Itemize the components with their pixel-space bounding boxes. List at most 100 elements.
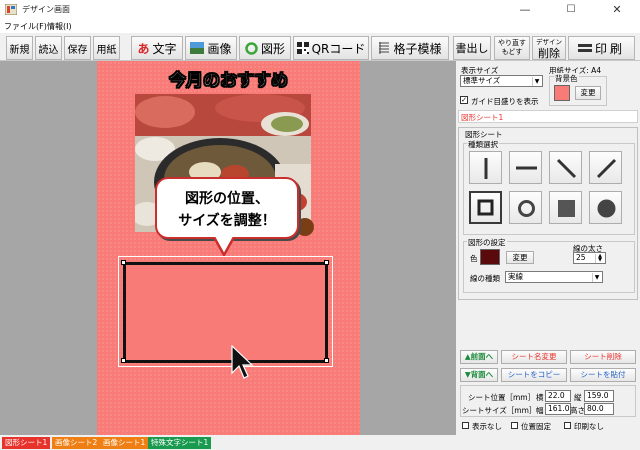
image-button[interactable]: 画像 xyxy=(185,36,237,60)
dropdown-arrow-icon: ▼ xyxy=(592,273,601,282)
filled-square-button[interactable] xyxy=(549,191,582,224)
text-a-icon: あ xyxy=(137,41,150,56)
shape-color-change-button[interactable]: 変更 xyxy=(506,251,534,264)
mouse-cursor-icon xyxy=(231,345,254,379)
text-button[interactable]: あ 文字 xyxy=(131,36,183,60)
menu-bar: ファイル(F) 情報(I) xyxy=(0,19,640,33)
sheet-tab-image-2[interactable]: 画像シート2 xyxy=(52,437,101,449)
resize-handle-top-left[interactable] xyxy=(121,260,126,265)
toolbar: 新規 読込 保存 用紙 あ 文字 画像 図形 QRコード 格子模様 書出し やり… xyxy=(0,33,640,61)
send-back-button[interactable]: ▼背面へ xyxy=(460,368,498,382)
hide-checkbox-label: 表示なし xyxy=(472,422,502,431)
sheet-tab-special-text-1[interactable]: 特殊文字シート1 xyxy=(148,437,212,449)
shape-button-label: 図形 xyxy=(260,41,285,56)
sheet-title[interactable]: 今月のおすすめ xyxy=(97,66,360,92)
guide-checkbox-label: ガイド目盛りを表示 xyxy=(471,97,539,106)
redo-undo-button[interactable]: やり直す もどす xyxy=(494,36,530,60)
diagonal-up-line-button[interactable] xyxy=(589,151,622,184)
bubble-line-1: 図形の位置、 xyxy=(185,191,269,207)
qr-icon xyxy=(296,42,309,54)
resize-handle-bottom-right[interactable] xyxy=(324,358,329,363)
diagonal-down-line-icon xyxy=(556,158,577,179)
shape-color-swatch[interactable] xyxy=(480,249,500,265)
diagonal-up-line-icon xyxy=(596,158,617,179)
no-print-checkbox[interactable] xyxy=(564,422,571,429)
filled-circle-icon xyxy=(597,199,616,218)
line-width-spinner[interactable]: 25 ▲ ▼ xyxy=(573,252,606,264)
delete-sheet-button[interactable]: シート削除 xyxy=(570,350,636,364)
display-size-value: 標準サイズ xyxy=(463,76,501,85)
bubble-tail xyxy=(214,237,236,257)
diagonal-down-line-button[interactable] xyxy=(549,151,582,184)
sheet-position-label: シート位置［mm］ xyxy=(468,393,536,402)
vertical-line-button[interactable] xyxy=(469,151,502,184)
height-label: 高さ xyxy=(570,406,585,415)
filled-circle-button[interactable] xyxy=(589,191,622,224)
line-type-value: 実線 xyxy=(508,272,523,281)
background-color-swatch[interactable] xyxy=(554,85,570,101)
hide-checkbox[interactable] xyxy=(462,422,469,429)
paper-button[interactable]: 用紙 xyxy=(93,36,120,60)
print-button[interactable]: 印刷 xyxy=(568,36,635,60)
no-print-checkbox-label: 印刷なし xyxy=(574,422,604,431)
type-select-label: 種類選択 xyxy=(467,139,499,150)
horizontal-line-icon xyxy=(516,166,537,170)
open-button[interactable]: 読込 xyxy=(35,36,62,60)
qr-button[interactable]: QRコード xyxy=(293,36,369,60)
image-icon xyxy=(190,42,205,54)
print-button-label: 印刷 xyxy=(594,41,625,56)
rename-sheet-button[interactable]: シート名変更 xyxy=(501,350,567,364)
copy-sheet-button[interactable]: シートをコピー xyxy=(501,368,567,382)
width-input[interactable]: 161.0 xyxy=(545,403,571,415)
selected-rectangle-shape[interactable] xyxy=(123,262,328,363)
y-input[interactable]: 159.0 xyxy=(584,390,614,402)
resize-handle-bottom-left[interactable] xyxy=(121,358,126,363)
width-label: 幅 xyxy=(536,406,544,415)
height-input[interactable]: 80.0 xyxy=(584,403,614,415)
line-width-value: 25 xyxy=(576,253,586,262)
horizontal-line-button[interactable] xyxy=(509,151,542,184)
design-delete-button[interactable]: デザイン 削除 xyxy=(532,36,566,60)
menu-info[interactable]: 情報(I) xyxy=(47,21,72,32)
fix-position-checkbox-label: 位置固定 xyxy=(521,422,551,431)
printer-icon xyxy=(577,44,592,52)
display-size-select[interactable]: 標準サイズ ▼ xyxy=(460,75,543,87)
save-button[interactable]: 保存 xyxy=(64,36,91,60)
window-title: デザイン画面 xyxy=(22,5,70,14)
circle-outline-button[interactable] xyxy=(509,191,542,224)
grid-icon xyxy=(379,42,390,54)
line-type-select[interactable]: 実線 ▼ xyxy=(505,271,603,283)
minimize-button[interactable]: — xyxy=(502,0,548,19)
sheet-tab-shape-1[interactable]: 図形シート1 xyxy=(2,437,51,449)
x-label: 横 xyxy=(536,393,544,402)
text-button-label: 文字 xyxy=(152,41,177,56)
background-color-change-button[interactable]: 変更 xyxy=(575,86,601,100)
speech-bubble: 図形の位置、 サイズを調整！ xyxy=(155,177,299,239)
sheet-tab-image-1[interactable]: 画像シート1 xyxy=(100,437,149,449)
extract-button[interactable]: 書出し xyxy=(453,36,491,60)
guide-checkbox[interactable]: ✓ xyxy=(460,96,468,104)
circle-outline-icon xyxy=(518,200,535,217)
shape-button[interactable]: 図形 xyxy=(239,36,291,60)
resize-handle-top-right[interactable] xyxy=(324,260,329,265)
menu-file[interactable]: ファイル(F) xyxy=(4,21,47,32)
bubble-line-2: サイズを調整！ xyxy=(178,213,276,229)
new-button[interactable]: 新規 xyxy=(6,36,33,60)
undo-label: もどす xyxy=(501,48,523,56)
grid-pattern-button[interactable]: 格子模様 xyxy=(371,36,449,60)
rectangle-outline-button[interactable] xyxy=(469,191,502,224)
grid-button-label: 格子模様 xyxy=(393,41,442,56)
title-bar: デザイン画面 — ☐ ✕ xyxy=(0,0,640,19)
maximize-button[interactable]: ☐ xyxy=(548,0,594,19)
paste-sheet-button[interactable]: シートを貼付 xyxy=(570,368,636,382)
delete-label: 削除 xyxy=(538,47,560,60)
rectangle-outline-icon xyxy=(477,199,494,216)
sheet-size-label: シートサイズ［mm］ xyxy=(462,406,537,415)
x-input[interactable]: 22.0 xyxy=(545,390,571,402)
qr-button-label: QRコード xyxy=(311,41,366,56)
fix-position-checkbox[interactable] xyxy=(511,422,518,429)
bring-front-button[interactable]: ▲前面へ xyxy=(460,350,498,364)
close-button[interactable]: ✕ xyxy=(594,0,640,19)
sheet-tab-bar: 図形シート1 画像シート2 画像シート1 特殊文字シート1 xyxy=(0,435,640,450)
vertical-line-icon xyxy=(484,158,488,179)
